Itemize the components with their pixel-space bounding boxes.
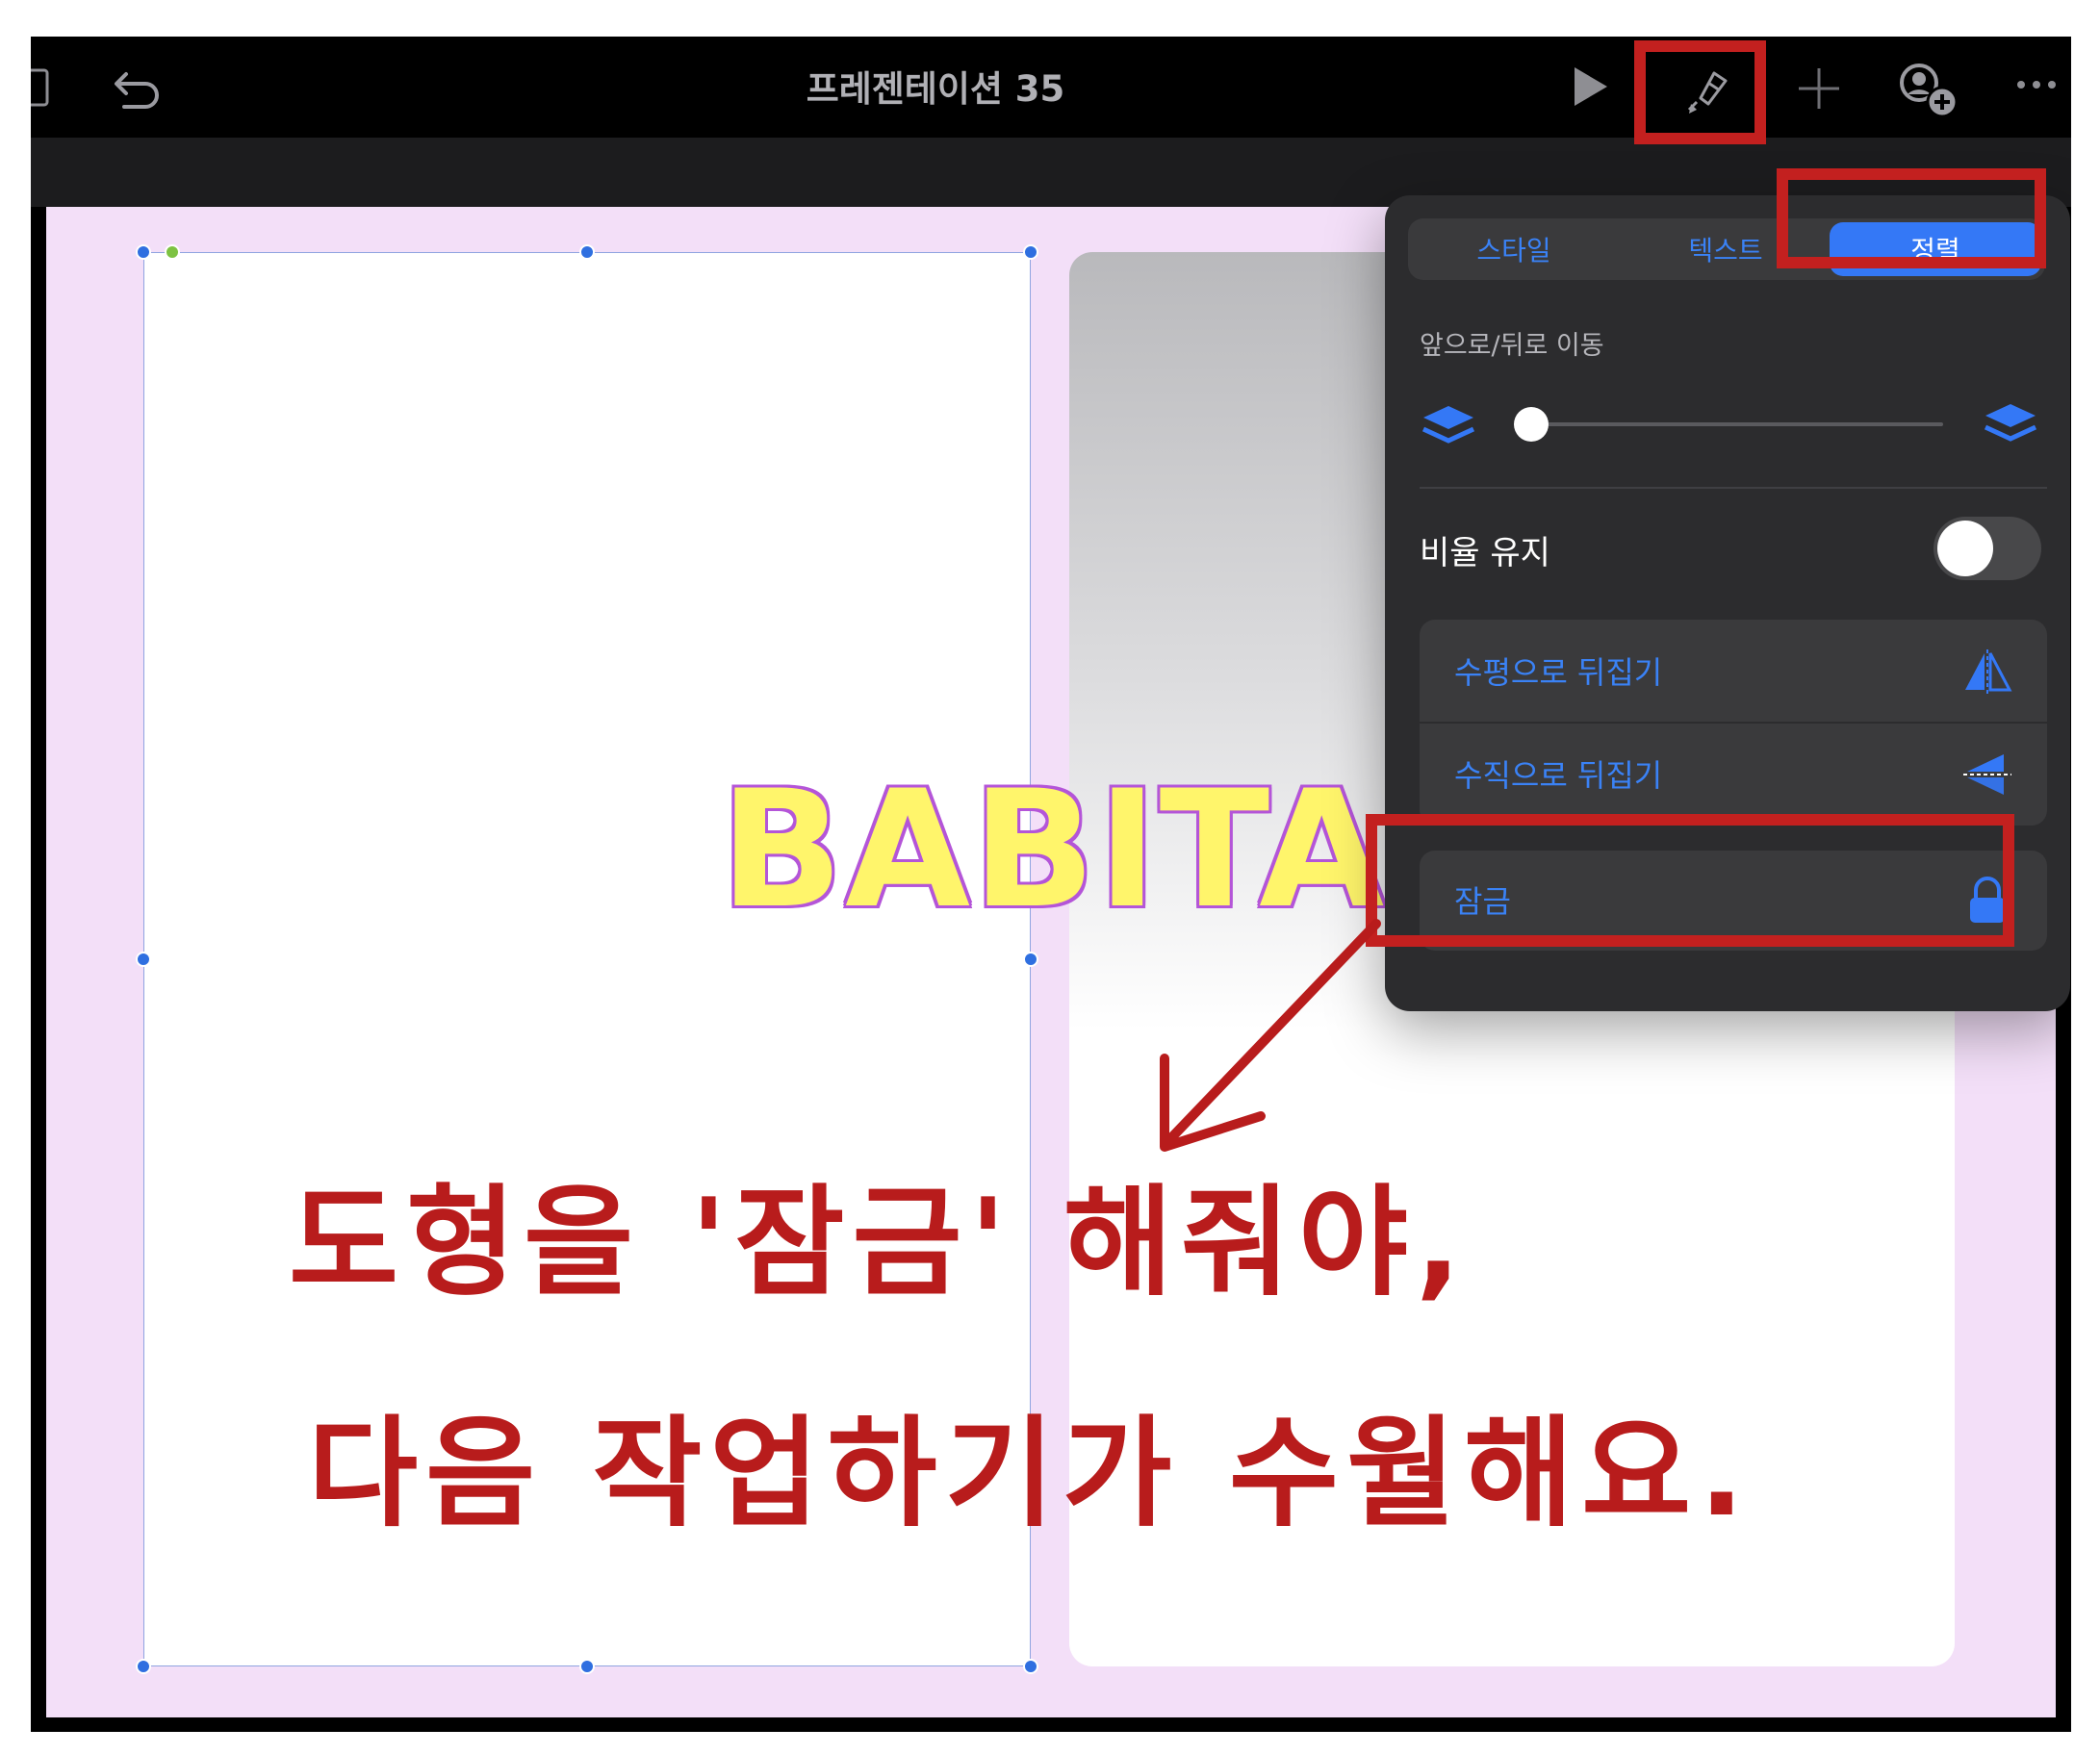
selection-handle[interactable] bbox=[1023, 244, 1038, 260]
add-icon[interactable] bbox=[1788, 58, 1850, 119]
collaborate-icon[interactable] bbox=[1888, 56, 1965, 123]
flip-vertical-row[interactable]: 수직으로 뒤집기 bbox=[1420, 723, 2047, 826]
more-icon[interactable] bbox=[2009, 65, 2066, 104]
toggle-knob bbox=[1937, 521, 1993, 576]
rotation-handle[interactable] bbox=[165, 244, 180, 260]
layer-slider-knob[interactable] bbox=[1514, 407, 1549, 442]
divider bbox=[1420, 487, 2047, 489]
bring-forward-icon[interactable] bbox=[1982, 397, 2039, 451]
annotation-line-1: 도형을 '잠금' 해줘야, bbox=[289, 1174, 1470, 1312]
flip-vertical-icon bbox=[1960, 748, 2014, 801]
selection-handle[interactable] bbox=[579, 244, 595, 260]
selection-handle[interactable] bbox=[136, 1659, 151, 1674]
play-icon[interactable] bbox=[1561, 58, 1619, 115]
tab-style[interactable]: 스타일 bbox=[1408, 218, 1620, 280]
flip-options-group: 수평으로 뒤집기 수직으로 뒤집기 bbox=[1420, 620, 2047, 826]
flip-horizontal-row[interactable]: 수평으로 뒤집기 bbox=[1420, 620, 2047, 724]
move-section-label: 앞으로/뒤로 이동 bbox=[1420, 331, 1604, 361]
highlight-format-button bbox=[1634, 40, 1766, 144]
selection-handle[interactable] bbox=[1023, 1659, 1038, 1674]
annotation-arrow bbox=[1160, 919, 1381, 1152]
flip-horizontal-label: 수평으로 뒤집기 bbox=[1454, 654, 1663, 691]
flip-horizontal-icon bbox=[1960, 645, 2014, 699]
flip-vertical-label: 수직으로 뒤집기 bbox=[1454, 757, 1663, 794]
selection-handle[interactable] bbox=[136, 244, 151, 260]
aspect-ratio-label: 비율 유지 bbox=[1420, 534, 1550, 572]
layer-slider-track[interactable] bbox=[1533, 422, 1943, 426]
selection-handle[interactable] bbox=[579, 1659, 595, 1674]
aspect-ratio-toggle[interactable] bbox=[1934, 517, 2041, 580]
annotation-line-2: 다음 작업하기가 수월해요. bbox=[308, 1405, 1753, 1543]
selection-handle[interactable] bbox=[1023, 952, 1038, 967]
selection-handle[interactable] bbox=[136, 952, 151, 967]
highlight-lock-row bbox=[1366, 814, 2014, 947]
send-backward-icon[interactable] bbox=[1420, 397, 1477, 451]
highlight-arrange-tab bbox=[1777, 168, 2046, 268]
